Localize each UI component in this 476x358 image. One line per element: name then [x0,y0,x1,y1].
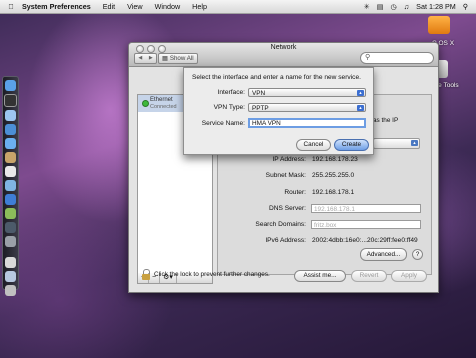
menu-view[interactable]: View [121,2,148,11]
popup-arrows-icon: ▲ [357,105,364,111]
popup-arrows-icon: ▲ [411,140,418,146]
menu-window[interactable]: Window [149,2,187,11]
service-name: Ethernet [150,97,173,103]
volume-icon[interactable]: ♫ [404,2,409,11]
interface-label: Interface: [217,89,246,96]
subnet-value: 255.255.255.0 [312,172,355,179]
dashboard-icon[interactable] [4,94,17,107]
show-all-label: Show All [169,55,194,62]
back-arrow-icon[interactable]: ◀ [135,54,146,63]
address-book-icon[interactable] [5,152,16,163]
menu-edit[interactable]: Edit [97,2,121,11]
subnet-label: Subnet Mask: [265,172,306,179]
desktop-label-2: re Tools [436,82,459,89]
ipv6-label: IPv6 Address: [265,237,306,244]
apple-menu-icon[interactable]:  [6,2,16,11]
forward-arrow-icon[interactable]: ▶ [146,54,157,63]
system-preferences-icon[interactable] [5,236,16,247]
preview-icon[interactable] [5,180,16,191]
interface-popup[interactable]: VPN ▲ [248,88,366,97]
ichat-icon[interactable] [5,138,16,149]
time-machine-icon[interactable]: ◷ [391,2,397,11]
dns-field[interactable]: 192.168.178.1 [311,204,421,213]
trash-icon[interactable] [5,285,16,296]
ip-description-fragment: as the IP [373,117,399,124]
interface-value: VPN [252,90,266,97]
menu-clock[interactable]: Sat 1:28 PM [416,2,456,11]
help-button[interactable]: ? [412,249,423,260]
service-status: Connected [150,104,177,110]
spotlight-icon[interactable]: ⚲ [463,2,468,11]
ip-address-label: IP Address: [272,156,306,163]
ipv6-value: 2002:4dbb:16e0:...20c:29ff:fee0:ff49 [312,237,418,244]
new-service-sheet: Select the interface and enter a name fo… [183,67,374,155]
ip-address-value: 192.168.178.23 [312,156,358,163]
mail-icon[interactable] [5,110,16,121]
ical-icon[interactable] [5,166,16,177]
router-label: Router: [284,189,306,196]
service-name-field[interactable]: HMA VPN [248,118,366,128]
window-title: Network [270,44,297,51]
create-button[interactable]: Create [334,139,369,151]
search-icon: ⚲ [365,54,371,61]
finder-icon[interactable] [5,80,16,91]
search-domains-label: Search Domains: [255,221,306,228]
grid-icon: ▦ [162,55,168,62]
hard-drive-icon[interactable] [428,16,450,34]
advanced-button[interactable]: Advanced... [360,248,407,261]
dns-label: DNS Server: [268,205,306,212]
back-forward-buttons[interactable]: ◀ ▶ [134,53,157,64]
status-dot-icon [142,100,149,107]
dock [2,76,19,296]
itunes-icon[interactable] [5,194,16,205]
iphoto-icon[interactable] [5,208,16,219]
vpn-type-popup[interactable]: PPTP ▲ [248,103,366,112]
menu-help[interactable]: Help [186,2,213,11]
documents-stack-icon[interactable] [5,271,16,282]
show-all-button[interactable]: ▦ Show All [158,53,198,64]
menu-app-name[interactable]: System Preferences [16,2,97,11]
screen-icon[interactable]: ▤ [377,2,384,11]
lock-text: Click the lock to prevent further change… [154,271,270,278]
service-name-label: Service Name: [201,120,245,127]
time-machine-dock-icon[interactable] [5,222,16,233]
safari-icon[interactable] [5,124,16,135]
vpn-type-label: VPN Type: [213,104,245,111]
search-input[interactable]: ⚲ [360,52,434,64]
search-domains-field[interactable]: fritz.box [311,220,421,229]
apply-button[interactable]: Apply [391,270,427,282]
menu-bar:  System Preferences Edit View Window He… [0,0,476,14]
router-value: 192.168.178.1 [312,189,355,196]
vpn-type-value: PPTP [252,105,269,112]
window-titlebar[interactable]: Network ◀ ▶ ▦ Show All ⚲ [129,43,438,67]
lock-icon[interactable] [141,269,151,280]
downloads-stack-icon[interactable] [5,257,16,268]
configure-popup[interactable]: ▲ [373,138,420,149]
assist-me-button[interactable]: Assist me... [294,270,346,282]
cancel-button[interactable]: Cancel [296,139,331,151]
popup-arrows-icon: ▲ [357,90,364,96]
sheet-prompt: Select the interface and enter a name fo… [192,74,361,81]
revert-button[interactable]: Revert [351,270,387,282]
bluetooth-icon[interactable]: ✳ [364,2,370,11]
